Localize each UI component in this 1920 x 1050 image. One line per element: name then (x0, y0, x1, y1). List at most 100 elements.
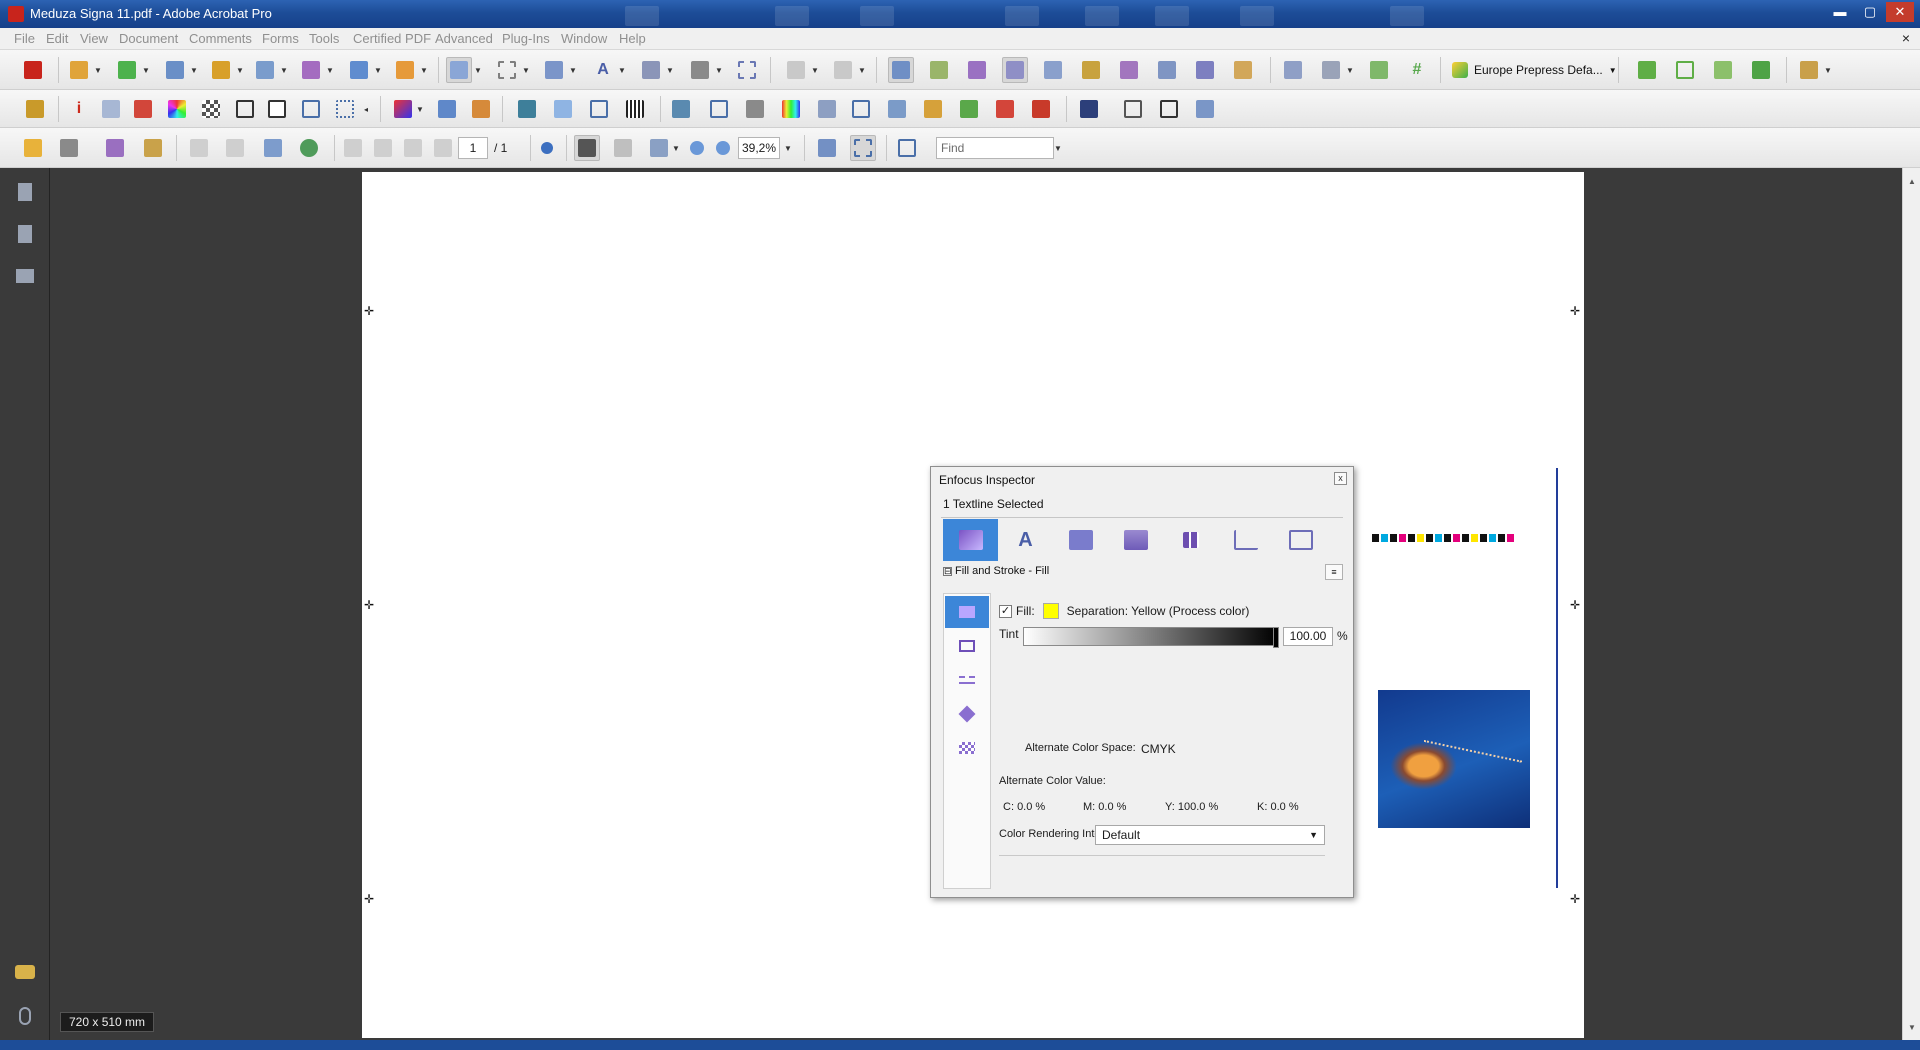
sign-button[interactable] (252, 57, 278, 83)
tool-o[interactable] (992, 96, 1018, 122)
jellyfish-image[interactable] (1378, 690, 1530, 828)
grid-button[interactable] (1318, 57, 1344, 83)
maximize-button[interactable]: ▢ (1856, 2, 1884, 22)
subtab-stroke[interactable] (945, 630, 989, 662)
pages-icon[interactable] (15, 180, 35, 204)
tool-q[interactable] (1120, 96, 1146, 122)
menu-advanced[interactable]: Advanced (435, 31, 493, 46)
find-input[interactable]: Find (936, 137, 1054, 159)
share-button[interactable] (296, 135, 322, 161)
key-tool[interactable] (22, 96, 48, 122)
hash-grid-button[interactable]: # (1404, 57, 1430, 83)
filter-button[interactable] (1040, 57, 1066, 83)
tab-display[interactable] (1108, 519, 1163, 561)
check-button[interactable] (926, 57, 952, 83)
tab-fill-stroke[interactable] (943, 519, 998, 561)
page-tool[interactable] (264, 96, 290, 122)
hand-tool[interactable] (610, 135, 636, 161)
review-button[interactable] (392, 57, 418, 83)
section-menu-button[interactable]: ≡ (1325, 564, 1343, 580)
vertical-slug-line[interactable] (1556, 468, 1570, 888)
tool-i[interactable] (778, 96, 804, 122)
text-tool[interactable]: A (590, 57, 616, 83)
trim-button[interactable] (1366, 57, 1392, 83)
pattern-button[interactable] (1710, 57, 1736, 83)
section-collapse-toggle[interactable]: ⊟ (943, 567, 952, 576)
transparency-tool[interactable] (198, 96, 224, 122)
dropdown-arrow[interactable]: ▼ (326, 57, 334, 83)
minimize-button[interactable]: ▬ (1826, 2, 1854, 22)
menu-tools[interactable]: Tools (309, 31, 339, 46)
email-button[interactable] (260, 135, 286, 161)
comment-button[interactable] (1634, 57, 1660, 83)
tool-g[interactable] (706, 96, 732, 122)
menu-certified-pdf[interactable]: Certified PDF (353, 31, 431, 46)
subtab-overprint[interactable] (945, 698, 989, 730)
dropdown-arrow[interactable]: ▼ (280, 57, 288, 83)
dropdown-arrow[interactable]: ▼ (672, 135, 680, 161)
pin-tool[interactable] (687, 57, 713, 83)
subtab-transparency[interactable] (945, 732, 989, 764)
menu-window[interactable]: Window (561, 31, 607, 46)
dropdown-arrow[interactable]: ▼ (190, 57, 198, 83)
snapshot-button[interactable] (1192, 57, 1218, 83)
dropdown-arrow[interactable]: ▼ (1346, 57, 1354, 83)
dropdown-arrow[interactable]: ◂ (362, 96, 370, 122)
tab-layers[interactable] (1163, 519, 1218, 561)
scroll-up-icon[interactable]: ▲ (1903, 174, 1920, 190)
info-tool[interactable]: i (66, 96, 92, 122)
first-page-button[interactable] (340, 135, 366, 161)
tool-h[interactable] (742, 96, 768, 122)
dropdown-arrow[interactable]: ▼ (522, 57, 530, 83)
secure-button[interactable] (208, 57, 234, 83)
dropdown-arrow[interactable]: ▼ (1824, 57, 1832, 83)
separations-tool[interactable] (390, 96, 416, 122)
scroll-down-icon[interactable]: ▼ (1903, 1020, 1920, 1036)
dropdown-arrow[interactable]: ▼ (618, 57, 626, 83)
select-text-tool[interactable] (574, 135, 600, 161)
save-button[interactable] (186, 135, 212, 161)
open-button[interactable] (20, 135, 46, 161)
dropdown-arrow[interactable]: ▼ (666, 57, 674, 83)
find-dropdown-arrow[interactable]: ▼ (1054, 135, 1062, 161)
next-page-button[interactable] (400, 135, 426, 161)
tool-j[interactable] (814, 96, 840, 122)
dropdown-arrow[interactable]: ▼ (569, 57, 577, 83)
fit-page-button[interactable] (850, 135, 876, 161)
dropdown-arrow[interactable]: ▼ (94, 57, 102, 83)
settings-button[interactable] (1002, 57, 1028, 83)
page-number-input[interactable]: 1 (458, 137, 488, 159)
zoom-dropdown-arrow[interactable]: ▼ (784, 135, 792, 161)
close-button[interactable]: ✕ (1886, 2, 1914, 22)
multimedia-button[interactable] (346, 57, 372, 83)
output-button[interactable] (1154, 57, 1180, 83)
combine-button[interactable] (114, 57, 140, 83)
dropdown-arrow[interactable]: ▼ (858, 57, 866, 83)
export-button[interactable] (162, 57, 188, 83)
tool-f[interactable] (668, 96, 694, 122)
create-pdf-button[interactable] (66, 57, 92, 83)
dropdown-arrow[interactable]: ▼ (236, 57, 244, 83)
crop-marks-tool[interactable] (332, 96, 358, 122)
zoom-level-input[interactable]: 39,2% (738, 137, 780, 159)
tool-k[interactable] (848, 96, 874, 122)
menu-view[interactable]: View (80, 31, 108, 46)
undo-button[interactable] (783, 57, 809, 83)
overlap-tool[interactable] (232, 96, 258, 122)
save-as-button[interactable] (222, 135, 248, 161)
shape-tool[interactable] (638, 57, 664, 83)
tool-a[interactable] (434, 96, 460, 122)
tool-s[interactable] (1192, 96, 1218, 122)
color-rendering-intent-select[interactable]: Default ▼ (1095, 825, 1325, 845)
crop-tool[interactable] (734, 57, 760, 83)
preflight-button[interactable] (888, 57, 914, 83)
dropdown-arrow[interactable]: ▼ (416, 96, 424, 122)
vertical-scrollbar[interactable]: ▲ ▼ (1902, 168, 1920, 1040)
tint-slider[interactable] (1023, 627, 1279, 648)
mail-button[interactable] (1672, 57, 1698, 83)
barcode-tool[interactable] (622, 96, 648, 122)
warning-button[interactable] (1230, 57, 1256, 83)
inspector-close-button[interactable]: x (1334, 472, 1347, 485)
previous-page-button[interactable] (370, 135, 396, 161)
dropdown-arrow[interactable]: ▼ (142, 57, 150, 83)
